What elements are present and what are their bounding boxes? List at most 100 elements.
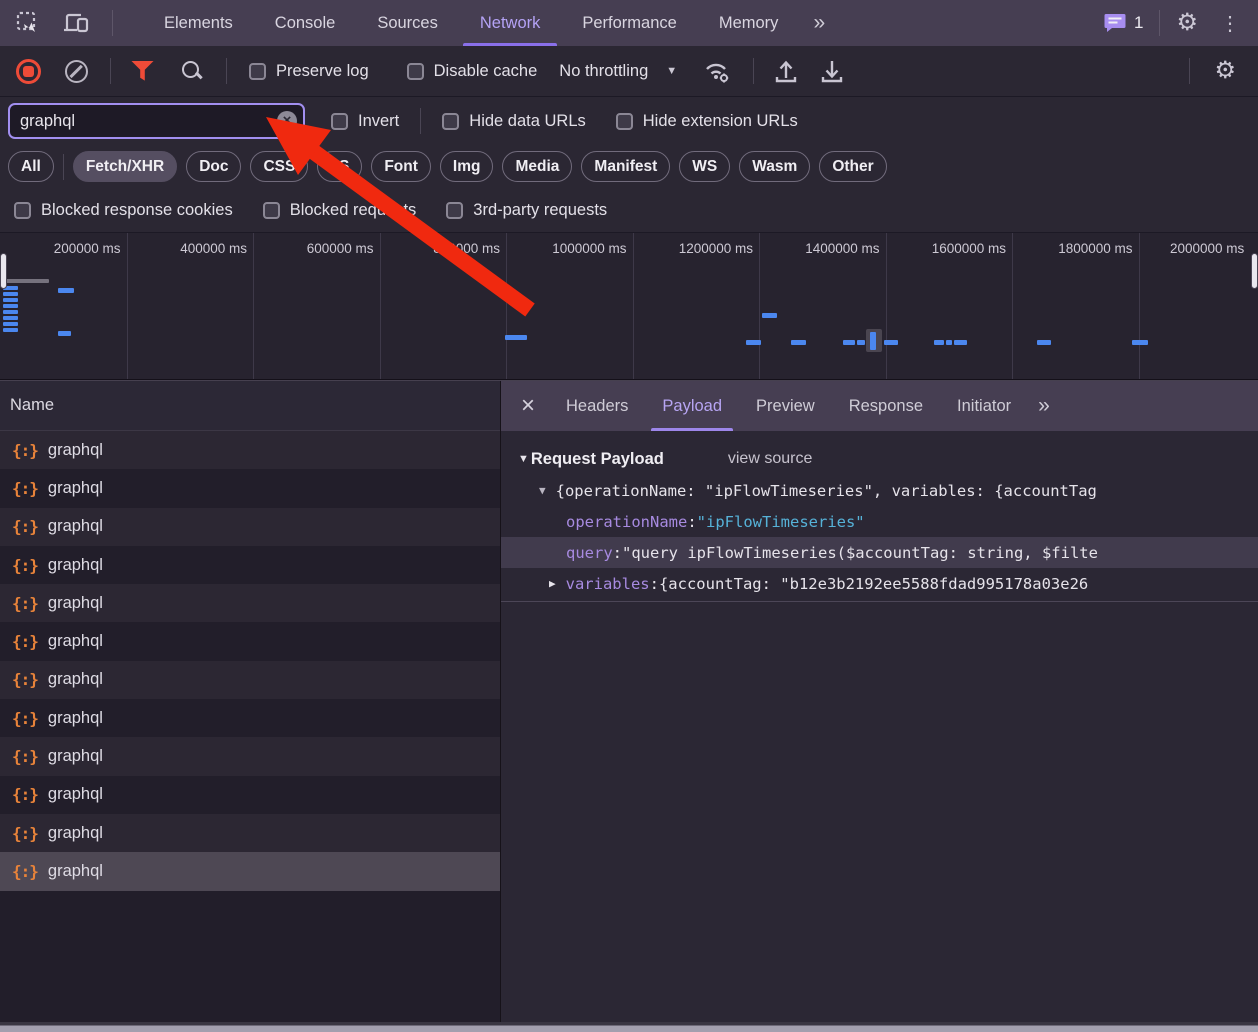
payload-key: query — [566, 544, 613, 562]
ruler-gridline — [1139, 233, 1140, 379]
blocked-filter-group: Blocked response cookies — [14, 201, 233, 220]
chip-fetch-xhr[interactable]: Fetch/XHR — [73, 151, 177, 182]
network-overview-timeline[interactable]: 200000 ms400000 ms600000 ms800000 ms1000… — [0, 233, 1258, 380]
disable-cache-checkbox[interactable] — [407, 63, 424, 80]
request-rows: {:}graphql{:}graphql{:}graphql{:}graphql… — [0, 431, 500, 891]
chip-img[interactable]: Img — [440, 151, 494, 182]
request-row[interactable]: {:}graphql — [0, 469, 500, 507]
blocked-filter-checkbox[interactable] — [263, 202, 280, 219]
chip-css[interactable]: CSS — [250, 151, 308, 182]
filter-row: × Invert Hide data URLs Hide extension U… — [0, 97, 1258, 145]
request-row[interactable]: {:}graphql — [0, 852, 500, 890]
request-row[interactable]: {:}graphql — [0, 776, 500, 814]
blocked-filters-row: Blocked response cookies Blocked requests… — [0, 188, 1258, 233]
payload-kv-row[interactable]: operationName: "ipFlowTimeseries" — [501, 506, 1258, 537]
request-row[interactable]: {:}graphql — [0, 584, 500, 622]
chip-ws[interactable]: WS — [679, 151, 730, 182]
request-name: graphql — [48, 747, 103, 766]
overview-right-handle[interactable] — [1251, 253, 1258, 289]
request-timing-bar — [843, 340, 855, 345]
request-row[interactable]: {:} graphql — [0, 737, 500, 775]
preserve-log-checkbox[interactable] — [249, 63, 266, 80]
inspect-element-icon[interactable] — [16, 11, 41, 36]
tab-console[interactable]: Console — [254, 0, 357, 46]
more-tabs-chevron[interactable]: » — [799, 11, 837, 35]
clear-network-log-button[interactable] — [65, 60, 88, 83]
request-row[interactable]: {:}graphql — [0, 431, 500, 469]
chip-media[interactable]: Media — [502, 151, 572, 182]
section-collapse-icon[interactable]: ▼ — [518, 453, 529, 465]
hide-extension-urls-group: Hide extension URLs — [616, 112, 798, 131]
invert-checkbox[interactable] — [331, 113, 348, 130]
ruler-gridline — [633, 233, 634, 379]
detail-tab-initiator[interactable]: Initiator — [940, 381, 1028, 431]
clear-filter-icon[interactable]: × — [277, 111, 297, 131]
payload-kv-row[interactable]: query: "query ipFlowTimeseries($accountT… — [501, 537, 1258, 568]
name-column-header[interactable]: Name — [0, 381, 500, 431]
request-row[interactable]: {:}graphql — [0, 699, 500, 737]
payload-rows: operationName: "ipFlowTimeseries"query: … — [501, 506, 1258, 599]
request-payload-section[interactable]: ▼ Request Payload view source — [501, 443, 1258, 475]
detail-tab-response[interactable]: Response — [832, 381, 940, 431]
blocked-filter-group: Blocked requests — [263, 201, 417, 220]
detail-more-tabs-chevron[interactable]: » — [1038, 394, 1048, 418]
filter-input[interactable] — [8, 103, 305, 139]
blocked-filter-checkbox[interactable] — [14, 202, 31, 219]
fetch-xhr-icon: {:} — [12, 785, 38, 804]
request-timing-bar — [3, 316, 18, 320]
chip-all[interactable]: All — [8, 151, 54, 182]
chip-manifest[interactable]: Manifest — [581, 151, 670, 182]
overview-left-handle[interactable] — [0, 253, 7, 289]
ruler-label: 400000 ms — [180, 241, 247, 256]
network-settings-gear-icon[interactable]: ⚙ — [1214, 59, 1236, 83]
toolbar-separator — [110, 58, 111, 84]
export-har-icon[interactable] — [820, 58, 844, 84]
blocked-filter-checkbox[interactable] — [446, 202, 463, 219]
ruler-gridline — [253, 233, 254, 379]
summary-collapse-icon[interactable]: ▼ — [539, 484, 546, 497]
request-row[interactable]: {:}graphql — [0, 661, 500, 699]
kebab-menu-icon[interactable]: ⋮ — [1214, 11, 1246, 36]
settings-gear-icon[interactable]: ⚙ — [1176, 11, 1198, 35]
chip-js[interactable]: JS — [317, 151, 362, 182]
throttling-select[interactable]: No throttling ▼ — [559, 62, 677, 81]
network-conditions-icon[interactable] — [701, 57, 733, 85]
chip-font[interactable]: Font — [371, 151, 431, 182]
chip-doc[interactable]: Doc — [186, 151, 241, 182]
import-har-icon[interactable] — [774, 58, 798, 84]
close-detail-icon[interactable]: × — [521, 394, 535, 418]
tab-performance[interactable]: Performance — [561, 0, 697, 46]
chip-wasm[interactable]: Wasm — [739, 151, 810, 182]
preserve-log-label: Preserve log — [276, 62, 369, 81]
detail-tab-payload[interactable]: Payload — [645, 381, 739, 431]
ruler-label: 1000000 ms — [552, 241, 626, 256]
payload-summary-row[interactable]: ▼ {operationName: "ipFlowTimeseries", va… — [501, 475, 1258, 506]
row-expand-icon[interactable]: ▶ — [549, 577, 556, 590]
view-source-link[interactable]: view source — [728, 450, 812, 468]
main-tabs: ElementsConsoleSourcesNetworkPerformance… — [143, 0, 799, 46]
filter-toggle-icon[interactable] — [131, 61, 154, 82]
tab-sources[interactable]: Sources — [356, 0, 459, 46]
tab-elements[interactable]: Elements — [143, 0, 254, 46]
hide-data-urls-checkbox[interactable] — [442, 113, 459, 130]
fetch-xhr-icon: {:} — [12, 862, 38, 881]
record-button[interactable] — [16, 59, 41, 84]
chip-other[interactable]: Other — [819, 151, 886, 182]
tab-network[interactable]: Network — [459, 0, 562, 46]
tab-memory[interactable]: Memory — [698, 0, 800, 46]
hide-extension-urls-checkbox[interactable] — [616, 113, 633, 130]
device-toolbar-icon[interactable] — [63, 11, 90, 35]
request-row[interactable]: {:}graphql — [0, 546, 500, 584]
request-row[interactable]: {:}graphql — [0, 814, 500, 852]
blocked-filter-label: 3rd-party requests — [473, 201, 607, 220]
requests-panel: Name {:}graphql{:}graphql{:}graphql{:}gr… — [0, 381, 501, 1022]
detail-tab-preview[interactable]: Preview — [739, 381, 832, 431]
payload-kv-row[interactable]: ▶variables: {accountTag: "b12e3b2192ee55… — [501, 568, 1258, 599]
search-icon[interactable] — [180, 59, 204, 83]
request-timing-bar — [58, 288, 74, 293]
detail-tab-headers[interactable]: Headers — [549, 381, 645, 431]
request-row[interactable]: {:}graphql — [0, 508, 500, 546]
fetch-xhr-icon: {:} — [12, 747, 38, 766]
request-row[interactable]: {:}graphql — [0, 622, 500, 660]
issues-badge[interactable]: 1 — [1104, 13, 1143, 33]
